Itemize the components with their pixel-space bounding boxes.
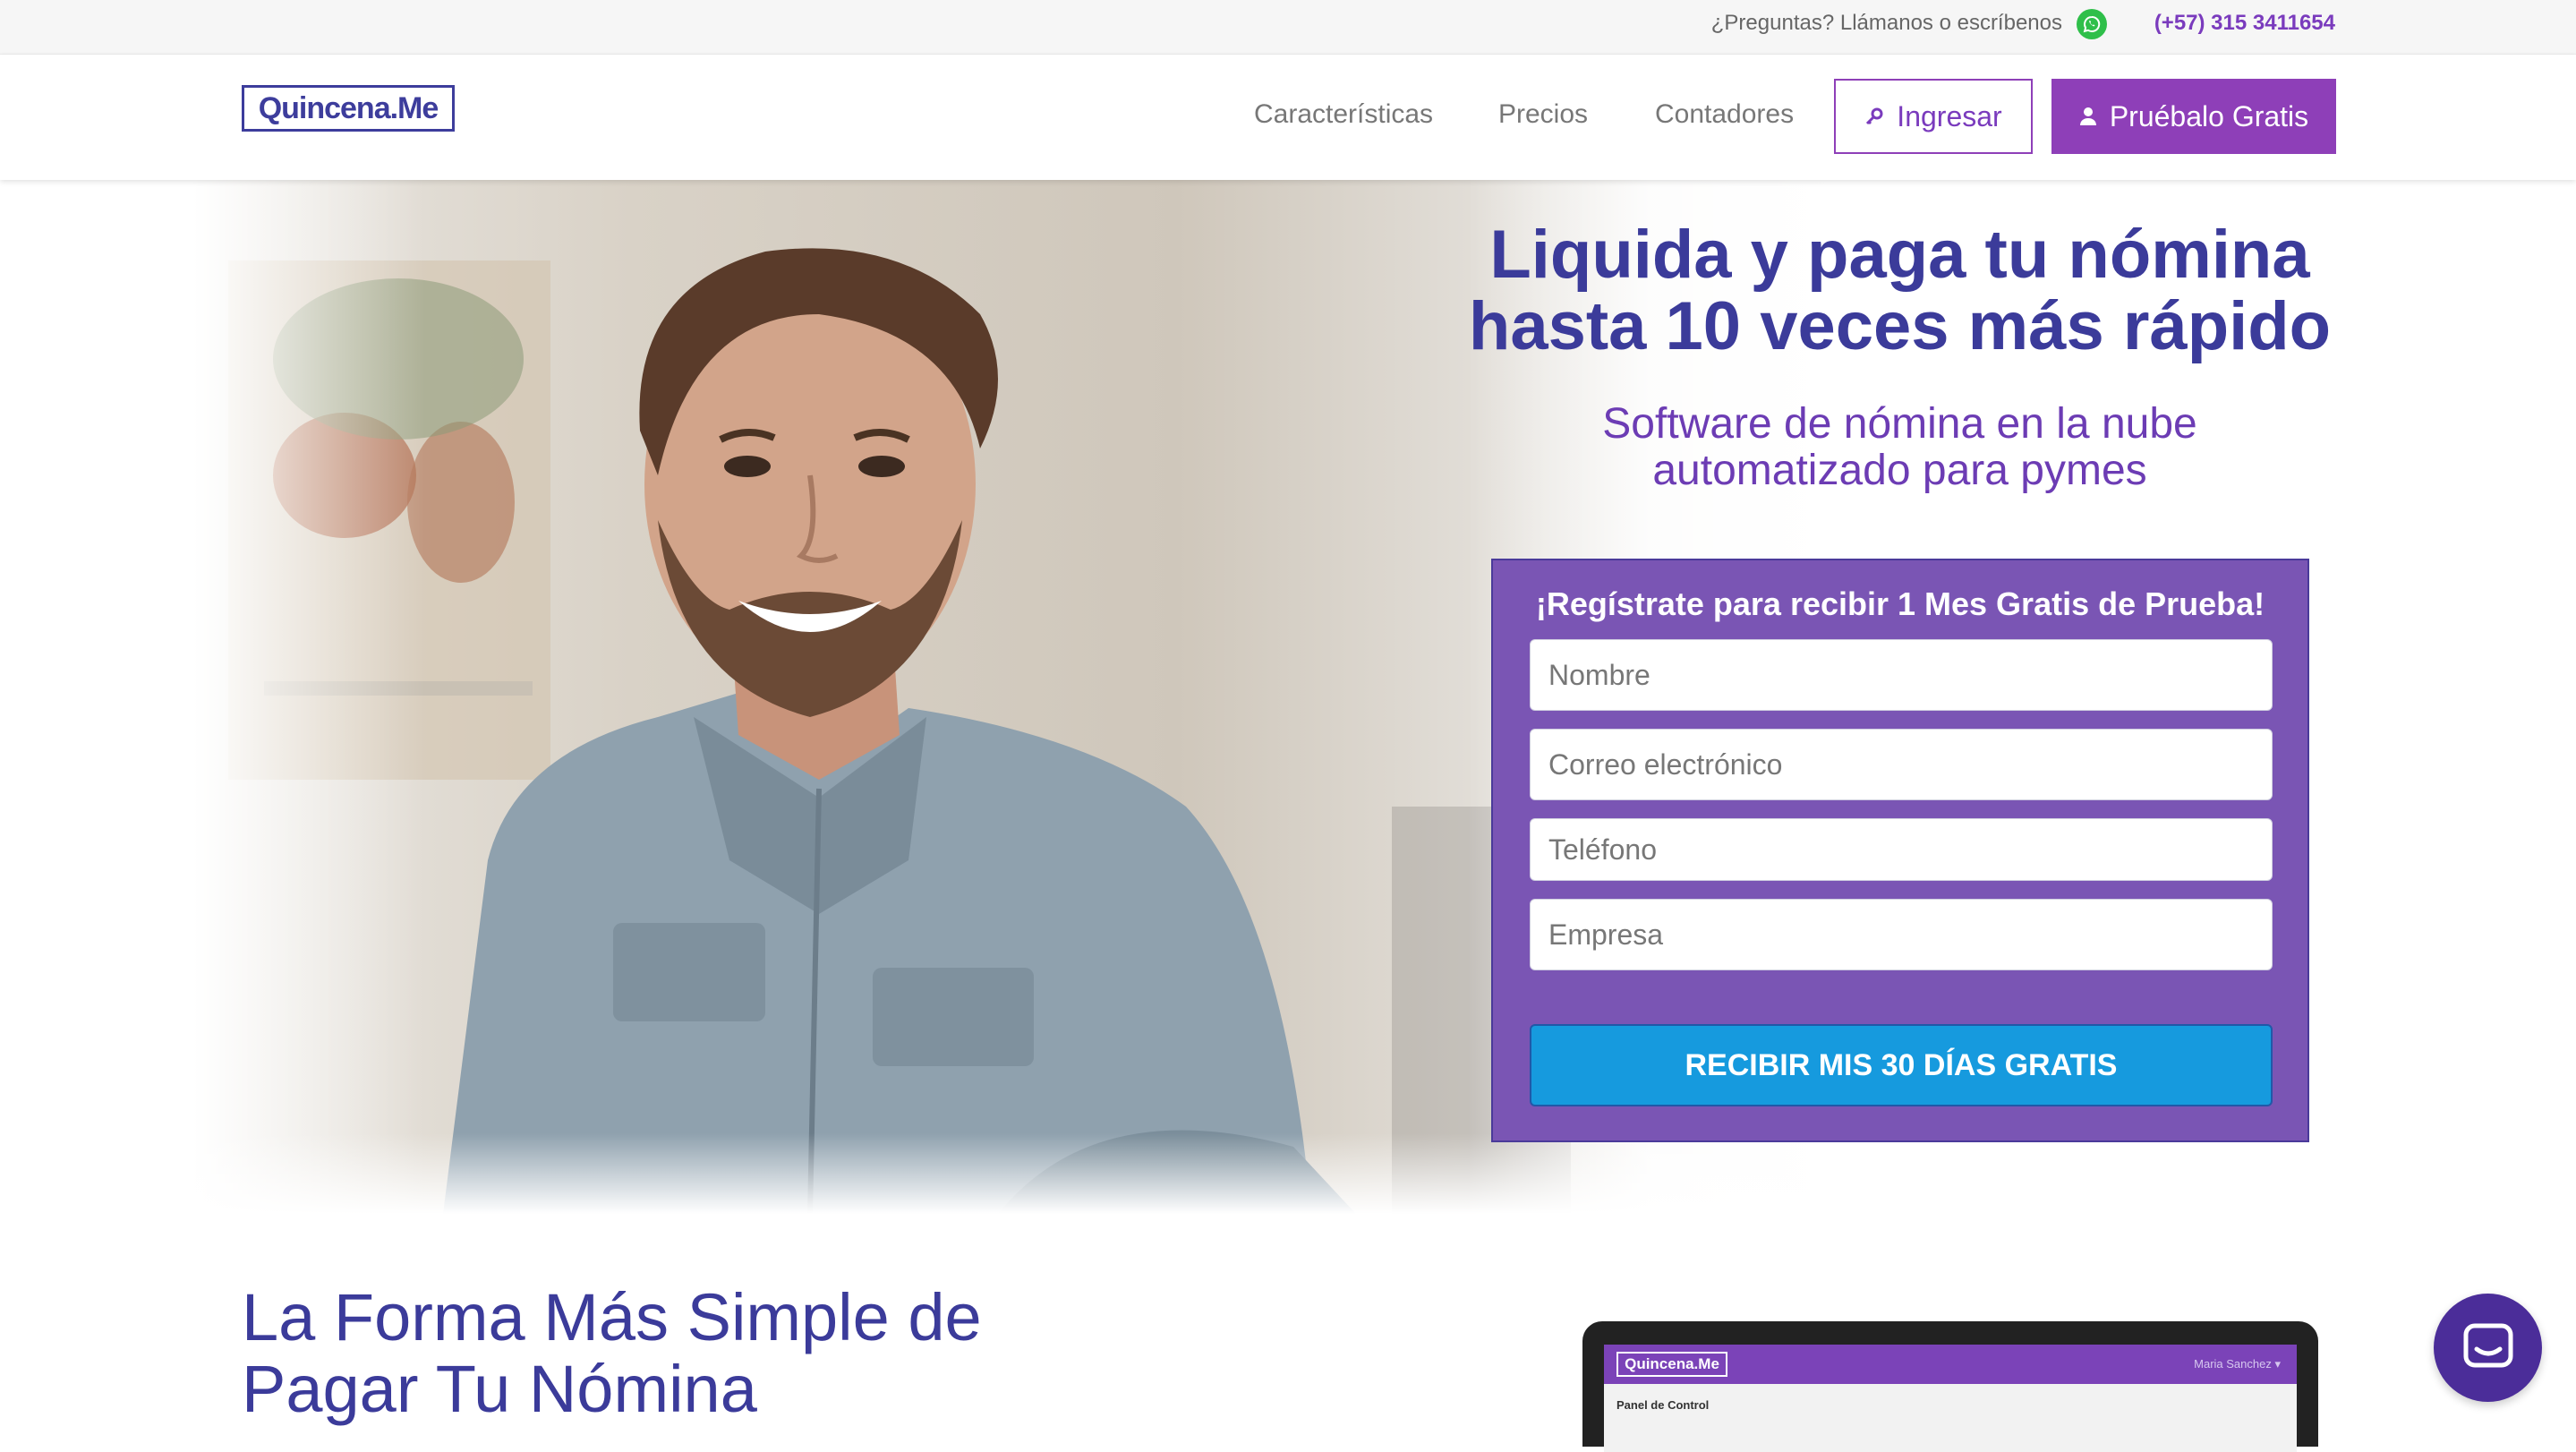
top-contact-bar: ¿Preguntas? Llámanos o escríbenos (+57) … [0, 0, 2576, 55]
phone-input[interactable] [1530, 818, 2273, 881]
contact-phone-link[interactable]: (+57) 315 3411654 [2154, 11, 2335, 36]
app-sidebar-label: Panel de Control [1616, 1398, 1710, 1412]
chat-icon [2463, 1323, 2513, 1368]
name-input[interactable] [1530, 639, 2273, 711]
email-input[interactable] [1530, 729, 2273, 800]
signup-form-title: ¡Regístrate para recibir 1 Mes Gratis de… [1535, 585, 2265, 622]
login-button[interactable]: Ingresar [1834, 79, 2033, 154]
laptop-screen: Quincena.Me Maria Sanchez ▾ Panel de Con… [1604, 1345, 2297, 1452]
free-trial-label: Pruébalo Gratis [2109, 99, 2309, 132]
login-label: Ingresar [1897, 99, 2002, 132]
app-logo: Quincena.Me [1616, 1352, 1727, 1377]
nav-contadores[interactable]: Contadores [1655, 99, 1794, 130]
nav-precios[interactable]: Precios [1498, 99, 1588, 130]
laptop-mockup: Quincena.Me Maria Sanchez ▾ Panel de Con… [1582, 1321, 2318, 1452]
free-trial-button[interactable]: Pruébalo Gratis [2051, 79, 2336, 154]
hero-title: Liquida y paga tu nómina hasta 10 veces … [1468, 217, 2332, 364]
site-logo[interactable]: Quincena.Me [242, 85, 455, 132]
company-input[interactable] [1530, 899, 2273, 970]
hero-fade-left [192, 180, 425, 1214]
app-header-bar: Quincena.Me Maria Sanchez ▾ [1604, 1345, 2297, 1384]
section-title: La Forma Más Simple de Pagar Tu Nómina [242, 1280, 982, 1426]
user-icon [2079, 107, 2096, 125]
contact-question: ¿Preguntas? Llámanos o escríbenos [1710, 11, 2062, 35]
whatsapp-icon[interactable] [2077, 9, 2107, 39]
signup-form: ¡Regístrate para recibir 1 Mes Gratis de… [1491, 559, 2309, 1142]
chat-launcher-button[interactable] [2434, 1294, 2542, 1402]
site-header: Quincena.Me Características Precios Cont… [0, 55, 2576, 180]
submit-trial-button[interactable]: RECIBIR MIS 30 DÍAS GRATIS [1530, 1024, 2273, 1106]
hero-subtitle: Software de nómina en la nube automatiza… [1602, 400, 2197, 494]
app-user-menu: Maria Sanchez ▾ [2194, 1357, 2281, 1371]
hero-fade-bottom [192, 1133, 2381, 1214]
key-icon [1866, 107, 1883, 125]
nav-caracteristicas[interactable]: Características [1254, 99, 1433, 130]
